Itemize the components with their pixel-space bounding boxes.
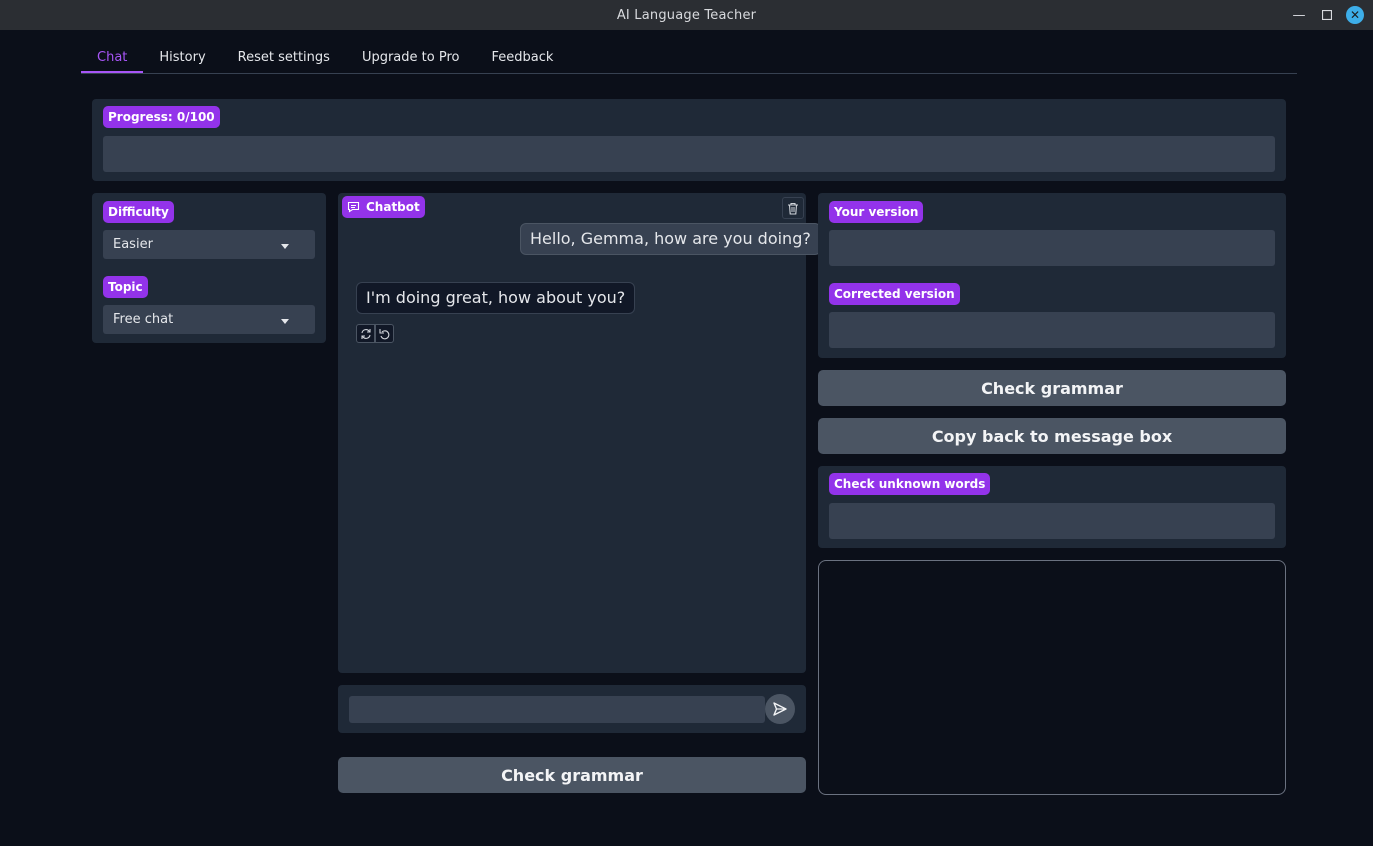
tab-bar: Chat History Reset settings Upgrade to P…	[81, 42, 1297, 74]
unknown-words-panel: Check unknown words	[818, 466, 1286, 548]
trash-icon	[788, 202, 798, 215]
topic-dropdown[interactable]: Free chat	[103, 305, 315, 334]
minimize-icon[interactable]: —	[1285, 0, 1313, 30]
chat-icon	[347, 201, 360, 213]
difficulty-value: Easier	[113, 237, 153, 252]
chatbot-label-text: Chatbot	[366, 200, 420, 214]
close-icon: ✕	[1346, 6, 1364, 24]
tab-reset-settings[interactable]: Reset settings	[222, 42, 346, 73]
window-title: AI Language Teacher	[616, 7, 757, 23]
copy-back-button[interactable]: Copy back to message box	[818, 418, 1286, 454]
user-message: Hello, Gemma, how are you doing?	[520, 223, 821, 255]
unknown-words-output	[818, 560, 1286, 795]
chatbot-label: Chatbot	[342, 196, 425, 218]
bot-message: I'm doing great, how about you?	[356, 282, 636, 314]
progress-bar	[103, 136, 1275, 172]
send-button[interactable]	[765, 694, 795, 724]
check-grammar-bottom-button[interactable]: Check grammar	[338, 757, 806, 793]
clear-chat-button[interactable]	[782, 197, 804, 219]
chevron-down-icon	[281, 319, 289, 324]
window-controls: — ✕	[1285, 0, 1369, 30]
message-input-panel	[338, 685, 806, 733]
close-window-button[interactable]: ✕	[1341, 0, 1369, 30]
chevron-down-icon	[281, 244, 289, 249]
message-input[interactable]	[349, 696, 765, 723]
your-version-label: Your version	[829, 201, 924, 223]
difficulty-label: Difficulty	[103, 201, 174, 223]
refresh-icon	[360, 328, 371, 339]
corrected-version-label: Corrected version	[829, 283, 960, 305]
check-grammar-button[interactable]: Check grammar	[818, 370, 1286, 406]
difficulty-dropdown[interactable]: Easier	[103, 230, 315, 259]
settings-panel: Difficulty Easier Topic Free chat	[92, 193, 326, 343]
tab-history[interactable]: History	[143, 42, 221, 73]
topic-value: Free chat	[113, 312, 174, 327]
undo-icon	[378, 328, 389, 339]
your-version-field[interactable]	[829, 230, 1275, 266]
topic-label: Topic	[103, 276, 148, 298]
chatbot-panel: Chatbot Hello, Gemma, how are you doing?…	[338, 193, 821, 673]
send-icon	[773, 702, 787, 716]
grammar-panel: Your version Corrected version	[818, 193, 1286, 358]
undo-button[interactable]	[375, 324, 394, 343]
unknown-words-label: Check unknown words	[829, 473, 991, 495]
progress-label: Progress: 0/100	[103, 106, 220, 128]
tab-chat[interactable]: Chat	[81, 42, 144, 73]
regenerate-button[interactable]	[356, 324, 375, 343]
maximize-icon[interactable]	[1313, 0, 1341, 30]
tab-upgrade-to-pro[interactable]: Upgrade to Pro	[346, 42, 476, 73]
progress-panel: Progress: 0/100	[92, 99, 1286, 181]
window-titlebar: AI Language Teacher — ✕	[0, 0, 1373, 30]
tab-feedback[interactable]: Feedback	[475, 42, 569, 73]
unknown-words-field[interactable]	[829, 503, 1275, 539]
corrected-version-field[interactable]	[829, 312, 1275, 348]
